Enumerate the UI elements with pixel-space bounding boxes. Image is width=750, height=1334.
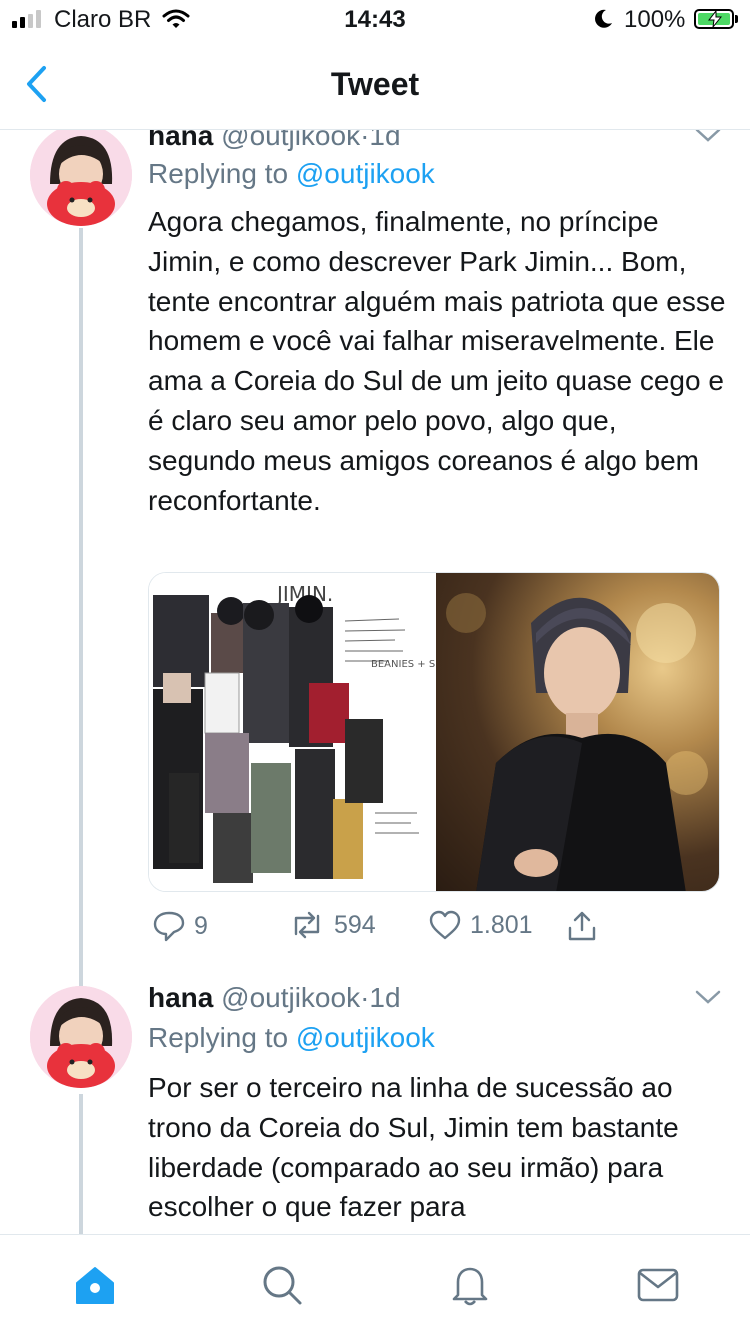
timestamp: 1d <box>369 982 401 1013</box>
replying-to-link[interactable]: @outjikook <box>296 1022 435 1053</box>
page-title: Tweet <box>330 66 420 102</box>
username[interactable]: @outjikook <box>221 982 360 1013</box>
tweet-text: Agora chegamos, finalmente, no príncipe … <box>148 206 726 516</box>
replying-prefix: Replying to <box>148 1022 289 1053</box>
tweet-header: hana @outjikook·1d <box>148 130 401 152</box>
tweet-actions: 9 594 1.801 <box>148 910 608 950</box>
username[interactable]: @outjikook <box>221 130 360 151</box>
like-button[interactable]: 1.801 <box>428 910 533 940</box>
share-button[interactable] <box>566 910 598 942</box>
replying-prefix: Replying to <box>148 158 289 189</box>
display-name[interactable]: hana <box>148 982 213 1013</box>
tweet-header: hana @outjikook·1d <box>148 982 401 1014</box>
media-collage[interactable]: JIMIN. BEANIES + S <box>149 573 436 891</box>
chevron-down-icon <box>695 990 721 1004</box>
thread[interactable]: hana @outjikook·1d Replying to @outjikoo… <box>0 130 750 1234</box>
tweet-menu-button[interactable] <box>694 988 722 1011</box>
collage-note: BEANIES + SHADES <box>371 659 436 670</box>
battery-nub <box>735 15 738 23</box>
avatar[interactable] <box>30 130 132 226</box>
like-count: 1.801 <box>470 910 533 939</box>
moon-icon <box>592 8 614 37</box>
reply-button[interactable]: 9 <box>152 910 208 942</box>
reply-icon <box>153 911 185 942</box>
heart-icon <box>429 910 461 940</box>
chevron-down-icon <box>695 130 721 142</box>
retweet-icon <box>294 911 320 939</box>
tab-home[interactable] <box>73 1263 117 1312</box>
tab-bar <box>0 1234 750 1334</box>
messages-icon <box>637 1268 679 1302</box>
retweet-count: 594 <box>334 910 376 939</box>
search-icon <box>263 1266 302 1305</box>
separator: · <box>360 982 370 1013</box>
replying-to: Replying to @outjikook <box>148 158 435 190</box>
separator: · <box>360 130 370 151</box>
thread-line <box>79 228 83 1086</box>
tweet-text: Por ser o terceiro na linha de sucessão … <box>148 1072 679 1223</box>
status-bar: Claro BR 14:43 100% <box>0 0 750 40</box>
share-icon <box>568 911 596 941</box>
timestamp: 1d <box>369 130 401 151</box>
tweet-media[interactable]: JIMIN. BEANIES + S <box>148 572 720 892</box>
media-photo[interactable] <box>436 573 719 891</box>
reply-count: 9 <box>194 911 208 940</box>
display-name[interactable]: hana <box>148 130 213 151</box>
nav-bar: Tweet <box>0 40 750 130</box>
tab-messages[interactable] <box>636 1263 680 1312</box>
retweet-button[interactable]: 594 <box>288 910 376 940</box>
replying-to: Replying to @outjikook <box>148 1022 435 1054</box>
tab-notifications[interactable] <box>448 1263 492 1312</box>
battery-percent: 100% <box>624 6 686 33</box>
replying-to-link[interactable]: @outjikook <box>296 158 435 189</box>
home-icon <box>76 1267 114 1304</box>
avatar[interactable] <box>30 986 132 1088</box>
battery-charging-icon <box>694 9 734 29</box>
tweet-menu-button[interactable] <box>694 130 722 149</box>
tab-search[interactable] <box>260 1263 304 1312</box>
notifications-icon <box>452 1267 488 1306</box>
thread-line <box>79 1094 83 1234</box>
